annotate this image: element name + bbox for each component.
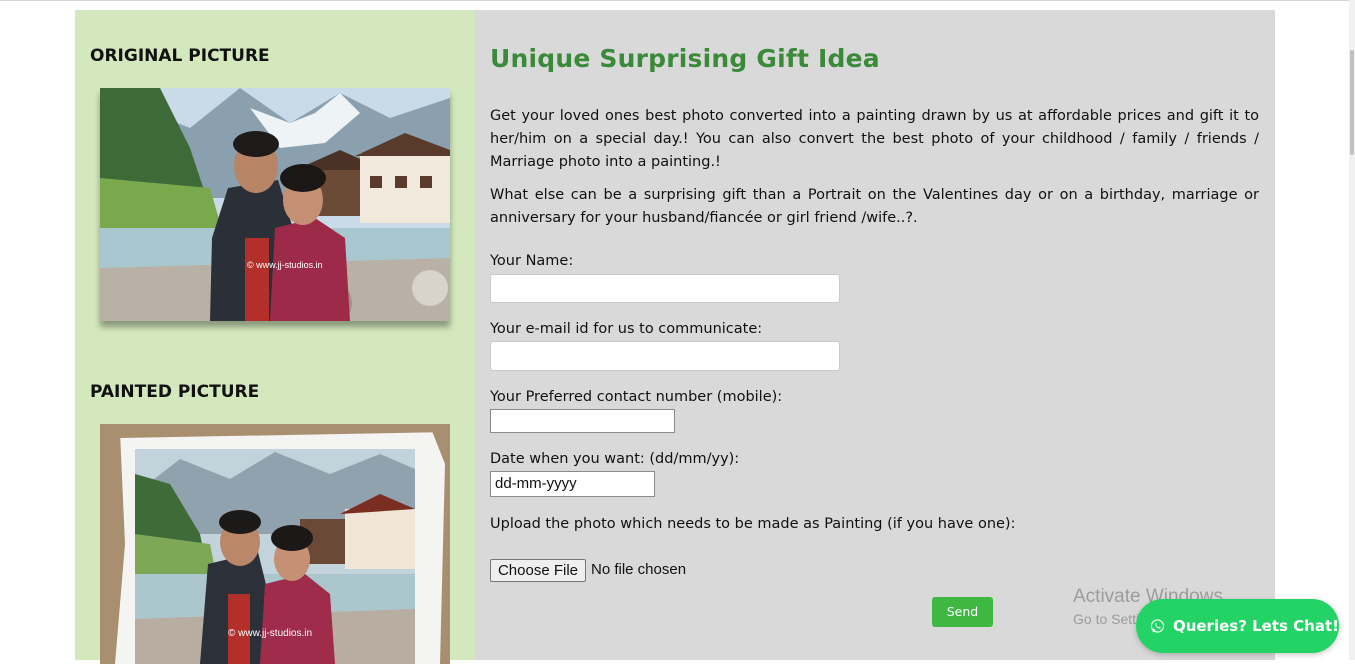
email-input[interactable] <box>490 341 840 371</box>
phone-label: Your Preferred contact number (mobile): <box>490 389 783 405</box>
send-button[interactable]: Send <box>932 597 993 627</box>
name-label: Your Name: <box>490 253 574 269</box>
top-divider <box>0 0 1349 1</box>
date-input[interactable]: dd-mm-yyyy <box>490 471 655 497</box>
painted-picture-title: PAINTED PICTURE <box>90 382 260 402</box>
phone-input[interactable] <box>490 409 675 433</box>
name-input[interactable] <box>490 274 840 303</box>
date-label: Date when you want: (dd/mm/yy): <box>490 451 740 467</box>
chat-button[interactable]: Queries? Lets Chat! <box>1136 599 1339 653</box>
original-picture-title: ORIGINAL PICTURE <box>90 46 270 66</box>
sample-pictures-panel: ORIGINAL PICTURE © www.jj-studios.in PAI… <box>75 10 475 664</box>
photo-watermark: © www.jj-studios.in <box>247 260 323 270</box>
chat-label: Queries? Lets Chat! <box>1172 617 1339 635</box>
page-title: Unique Surprising Gift Idea <box>490 44 880 73</box>
file-status: No file chosen <box>591 561 687 578</box>
painting-watermark: © www.jj-studios.in <box>228 628 312 639</box>
scrollbar-thumb[interactable] <box>1350 50 1354 155</box>
painted-photo: © www.jj-studios.in <box>100 424 450 664</box>
upload-label: Upload the photo which needs to be made … <box>490 516 1016 532</box>
gift-paragraph: What else can be a surprising gift than … <box>490 187 1259 226</box>
order-form-panel: Unique Surprising Gift Idea Get your lov… <box>475 10 1275 660</box>
whatsapp-icon <box>1150 619 1165 633</box>
page-scrollbar[interactable] <box>1349 0 1355 660</box>
intro-paragraph: Get your loved ones best photo converted… <box>490 108 1259 170</box>
original-photo: © www.jj-studios.in <box>100 88 450 321</box>
email-label: Your e-mail id for us to communicate: <box>490 321 763 337</box>
choose-file-button[interactable]: Choose File <box>490 559 586 582</box>
